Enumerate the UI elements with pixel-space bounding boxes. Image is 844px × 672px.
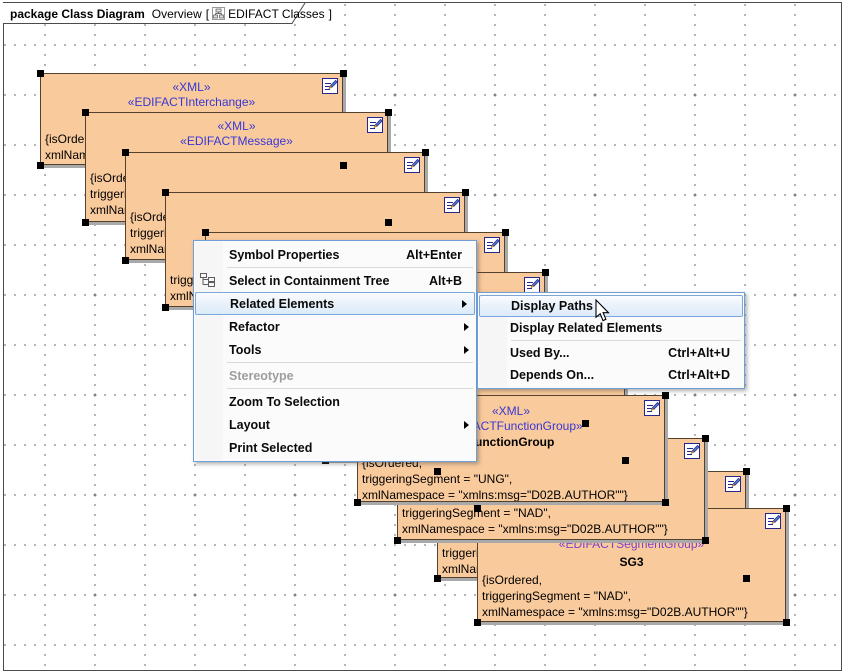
selection-handle[interactable]	[162, 189, 169, 196]
diagram-tab-header: package Class Diagram Overview [ EDIFACT…	[10, 6, 332, 21]
tab-diagram-name: EDIFACT Classes	[228, 7, 324, 21]
menu-item-label: Display Related Elements	[510, 321, 662, 335]
selection-handle[interactable]	[162, 304, 169, 311]
menu-item-label: Symbol Properties	[229, 248, 339, 262]
menu-item-symbol-properties[interactable]: Symbol Properties Alt+Enter	[194, 243, 476, 266]
selection-handle[interactable]	[82, 109, 89, 116]
context-menu: Symbol Properties Alt+Enter Select in Cont…	[193, 240, 477, 462]
selection-handle[interactable]	[462, 189, 469, 196]
selection-handle[interactable]	[385, 219, 392, 226]
tab-package-label: package Class Diagram	[10, 7, 145, 21]
menu-item-label: Used By...	[510, 346, 570, 360]
selection-handle[interactable]	[37, 162, 44, 169]
tab-view-label: Overview	[152, 7, 202, 21]
menu-item-used-by[interactable]: Used By... Ctrl+Alt+U	[478, 342, 744, 364]
selection-handle[interactable]	[783, 619, 790, 626]
menu-item-label: Select in Containment Tree	[229, 274, 389, 288]
selection-handle[interactable]	[542, 269, 549, 276]
menu-item-label: Tools	[229, 343, 261, 357]
selection-handle[interactable]	[702, 537, 709, 544]
containment-tree-icon	[200, 273, 215, 290]
selection-handle[interactable]	[474, 505, 481, 512]
menu-shortcut: Alt+Enter	[382, 248, 462, 262]
menu-item-select-in-containment-tree[interactable]: Select in Containment Tree Alt+B	[194, 269, 476, 292]
selection-handle[interactable]	[37, 70, 44, 77]
tab-close-bracket: ]	[329, 7, 332, 21]
selection-handle[interactable]	[474, 619, 481, 626]
menu-separator	[227, 267, 473, 268]
selection-handle[interactable]	[622, 457, 629, 464]
selection-handle[interactable]	[582, 420, 589, 427]
menu-item-label: Depends On...	[510, 368, 594, 382]
menu-item-layout[interactable]: Layout	[194, 413, 476, 436]
selection-handle[interactable]	[434, 468, 441, 475]
menu-item-label: Display Paths	[511, 299, 593, 313]
menu-item-label: Related Elements	[230, 297, 334, 311]
selection-handle[interactable]	[422, 149, 429, 156]
tab-open-bracket: [	[206, 7, 209, 21]
selection-handle[interactable]	[385, 109, 392, 116]
selection-handle[interactable]	[122, 149, 129, 156]
selection-handle[interactable]	[783, 505, 790, 512]
selection-handle[interactable]	[743, 468, 750, 475]
mouse-cursor	[595, 299, 615, 330]
menu-item-label: Stereotype	[229, 369, 294, 383]
selection-handle[interactable]	[743, 575, 750, 582]
submenu-arrow-icon	[462, 300, 467, 308]
submenu-arrow-icon	[464, 346, 469, 354]
menu-item-stereotype[interactable]: Stereotype	[194, 364, 476, 387]
menu-item-zoom-to-selection[interactable]: Zoom To Selection	[194, 390, 476, 413]
selection-handle[interactable]	[340, 162, 347, 169]
menu-shortcut: Ctrl+Alt+D	[644, 368, 730, 382]
menu-item-label: Print Selected	[229, 441, 312, 455]
selection-handle[interactable]	[662, 499, 669, 506]
menu-item-label: Refactor	[229, 320, 280, 334]
menu-item-tools[interactable]: Tools	[194, 338, 476, 361]
selection-handle[interactable]	[354, 499, 361, 506]
menu-item-label: Zoom To Selection	[229, 395, 340, 409]
selection-handle[interactable]	[702, 435, 709, 442]
menu-item-refactor[interactable]: Refactor	[194, 315, 476, 338]
menu-shortcut: Alt+B	[405, 274, 462, 288]
submenu-arrow-icon	[464, 323, 469, 331]
selection-handle[interactable]	[662, 392, 669, 399]
menu-separator	[227, 388, 473, 389]
submenu-arrow-icon	[464, 421, 469, 429]
menu-item-related-elements[interactable]: Related Elements	[195, 292, 475, 315]
selection-handle[interactable]	[340, 70, 347, 77]
selection-handle[interactable]	[502, 229, 509, 236]
selection-handle[interactable]	[82, 219, 89, 226]
menu-separator	[511, 340, 741, 341]
class-diagram-icon	[212, 7, 225, 20]
menu-item-print-selected[interactable]: Print Selected	[194, 436, 476, 459]
diagram-canvas: package Class Diagram Overview [ EDIFACT…	[0, 0, 844, 672]
menu-item-depends-on[interactable]: Depends On... Ctrl+Alt+D	[478, 364, 744, 386]
selection-handle[interactable]	[434, 575, 441, 582]
menu-separator	[227, 362, 473, 363]
selection-handle[interactable]	[394, 537, 401, 544]
menu-item-label: Layout	[229, 418, 270, 432]
selection-handle[interactable]	[122, 257, 129, 264]
selection-handle[interactable]	[202, 229, 209, 236]
menu-shortcut: Ctrl+Alt+U	[644, 346, 730, 360]
